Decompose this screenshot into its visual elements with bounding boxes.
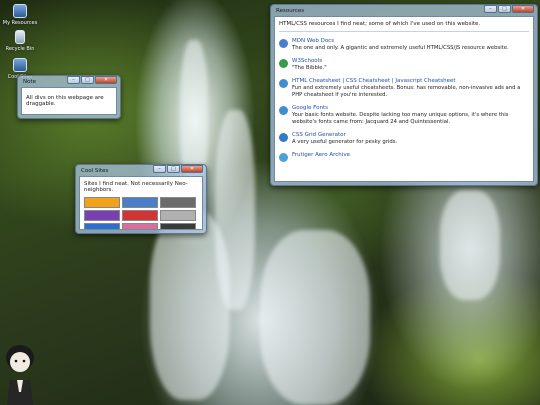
resource-link[interactable]: W3Schools bbox=[292, 58, 327, 65]
resource-icon bbox=[279, 59, 288, 68]
resource-link[interactable]: HTML Cheatsheet | CSS Cheatsheet | Javas… bbox=[292, 78, 529, 85]
resource-description: Fun and extremely useful cheatsheets. Bo… bbox=[292, 85, 521, 98]
resource-link[interactable]: MDN Web Docs bbox=[292, 38, 509, 45]
desktop-icon-my-resources[interactable]: My Resources bbox=[0, 4, 40, 26]
resource-item: Google Fonts Your basic fonts website. De… bbox=[279, 105, 529, 126]
minimize-button[interactable]: – bbox=[67, 76, 80, 84]
resource-link[interactable]: Google Fonts bbox=[292, 105, 529, 112]
site-badge[interactable] bbox=[122, 223, 158, 229]
note-content: All divs on this webpage are draggable. bbox=[21, 87, 117, 115]
maximize-button[interactable]: □ bbox=[498, 5, 511, 13]
resources-window[interactable]: Resources – □ ✕ HTML/CSS resources I fin… bbox=[270, 4, 538, 186]
resource-icon bbox=[279, 153, 288, 162]
cool-sites-content: Sites I find neat. Not necessarily Neo-n… bbox=[79, 176, 203, 230]
resources-content: HTML/CSS resources I find neat; some of … bbox=[274, 16, 534, 182]
site-badge[interactable] bbox=[122, 197, 158, 208]
resource-description: Your basic fonts website. Despite lackin… bbox=[292, 112, 509, 125]
site-badge[interactable] bbox=[84, 210, 120, 221]
maximize-button[interactable]: □ bbox=[167, 165, 180, 173]
waterfall-streak bbox=[260, 230, 370, 405]
close-button[interactable]: ✕ bbox=[512, 5, 534, 13]
resources-titlebar[interactable]: Resources – □ ✕ bbox=[274, 5, 534, 16]
resource-description: The one and only. A gigantic and extreme… bbox=[292, 45, 509, 51]
desktop-icon-label: Recycle Bin bbox=[5, 46, 35, 52]
cool-sites-window[interactable]: Cool Sites – □ ✕ Sites I find neat. Not … bbox=[75, 164, 207, 234]
desktop-icon-recycle-bin[interactable]: Recycle Bin bbox=[0, 30, 40, 52]
close-button[interactable]: ✕ bbox=[181, 165, 203, 173]
waterfall-streak bbox=[150, 210, 230, 400]
recycle-bin-icon bbox=[15, 30, 25, 44]
maximize-button[interactable]: □ bbox=[81, 76, 94, 84]
close-button[interactable]: ✕ bbox=[95, 76, 117, 84]
site-badge[interactable] bbox=[122, 210, 158, 221]
resource-icon bbox=[279, 106, 288, 115]
minimize-button[interactable]: – bbox=[153, 165, 166, 173]
window-title: Cool Sites bbox=[81, 167, 109, 174]
resource-description: "The Bibble." bbox=[292, 65, 327, 71]
resource-description: A very useful generator for pesky grids. bbox=[292, 139, 398, 145]
cool-sites-titlebar[interactable]: Cool Sites – □ ✕ bbox=[79, 165, 203, 176]
resource-icon bbox=[279, 133, 288, 142]
resource-link[interactable]: Frutiger Aero Archive bbox=[292, 152, 350, 159]
resource-item: W3Schools "The Bibble." bbox=[279, 58, 529, 72]
note-titlebar[interactable]: Note – □ ✕ bbox=[21, 76, 117, 87]
globe-icon bbox=[13, 58, 27, 72]
resources-intro: HTML/CSS resources I find neat; some of … bbox=[279, 21, 481, 27]
waterfall-streak bbox=[440, 190, 500, 300]
divider bbox=[279, 31, 529, 32]
site-badge[interactable] bbox=[160, 210, 196, 221]
avatar bbox=[6, 345, 34, 405]
note-window[interactable]: Note – □ ✕ All divs on this webpage are … bbox=[17, 75, 121, 119]
resource-item: Frutiger Aero Archive bbox=[279, 152, 529, 162]
site-badge-grid bbox=[84, 197, 198, 229]
window-title: Resources bbox=[276, 7, 305, 14]
minimize-button[interactable]: – bbox=[484, 5, 497, 13]
resource-item: CSS Grid Generator A very useful generato… bbox=[279, 132, 529, 146]
desktop-icon-label: My Resources bbox=[2, 20, 38, 26]
resource-icon bbox=[279, 79, 288, 88]
resource-item: HTML Cheatsheet | CSS Cheatsheet | Javas… bbox=[279, 78, 529, 99]
cool-sites-text: Sites I find neat. Not necessarily Neo-n… bbox=[84, 181, 188, 193]
window-title: Note bbox=[23, 78, 37, 85]
computer-icon bbox=[13, 4, 27, 18]
resources-list: MDN Web Docs The one and only. A gigantic… bbox=[279, 38, 529, 162]
site-badge[interactable] bbox=[160, 197, 196, 208]
site-badge[interactable] bbox=[84, 223, 120, 229]
site-badge[interactable] bbox=[84, 197, 120, 208]
note-text: All divs on this webpage are draggable. bbox=[26, 95, 104, 107]
resource-item: MDN Web Docs The one and only. A gigantic… bbox=[279, 38, 529, 52]
site-badge[interactable] bbox=[160, 223, 196, 229]
resource-icon bbox=[279, 39, 288, 48]
resource-link[interactable]: CSS Grid Generator bbox=[292, 132, 397, 139]
